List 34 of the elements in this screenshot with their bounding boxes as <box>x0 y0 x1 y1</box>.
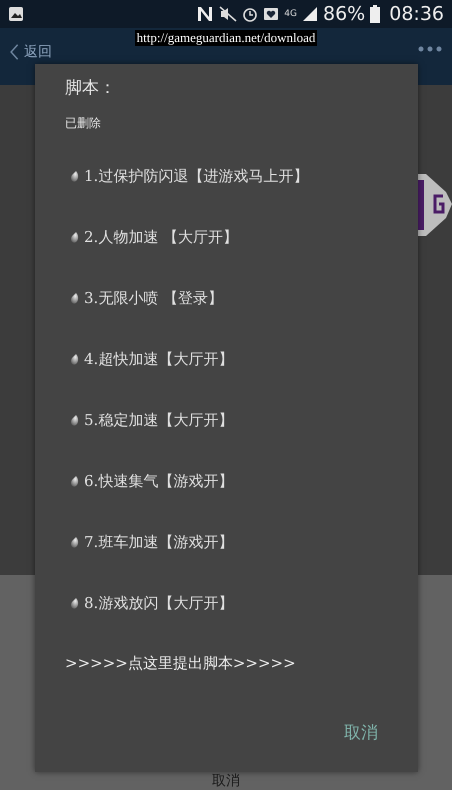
cancel-button[interactable]: 取消 <box>344 721 388 744</box>
signal-icon <box>302 6 318 22</box>
status-text: 已删除 <box>65 115 102 132</box>
bullet-icon <box>70 232 79 242</box>
dialog-title: 脚本： <box>65 77 117 99</box>
network-type: 4G <box>284 9 297 19</box>
url-banner: http://gameguardian.net/download <box>134 30 318 46</box>
bullet-icon <box>70 536 79 548</box>
back-button[interactable]: 返回 <box>8 44 52 60</box>
script-item[interactable]: 3.无限小喷 【登录】 <box>84 288 224 308</box>
image-icon <box>8 6 24 22</box>
script-item[interactable]: 4.超快加速【大厅开】 <box>84 350 234 368</box>
script-item[interactable]: 7.班车加速【游戏开】 <box>84 532 234 552</box>
alarm-icon <box>242 6 258 22</box>
script-item[interactable]: 2.人物加速 【大厅开】 <box>84 228 238 246</box>
bullet-icon <box>70 414 79 426</box>
more-icon[interactable] <box>418 46 442 52</box>
bullet-icon <box>70 292 79 304</box>
script-item[interactable]: 8.游戏放闪【大厅开】 <box>84 594 234 612</box>
back-icon <box>8 44 20 60</box>
script-item[interactable]: 5.稳定加速【大厅开】 <box>84 410 234 430</box>
floating-app-icon[interactable] <box>416 174 452 236</box>
script-item[interactable]: 1.过保护防闪退【进游戏马上开】 <box>84 166 308 186</box>
battery-icon <box>370 5 380 23</box>
battery-percent: 86% <box>323 3 366 25</box>
clock: 08:36 <box>389 3 444 25</box>
submit-script-link[interactable]: >>>>>点这里提出脚本>>>>> <box>65 654 388 673</box>
mute-icon <box>219 6 238 22</box>
script-item[interactable]: 6.快速集气【游戏开】 <box>84 472 234 490</box>
nfc-icon <box>196 5 214 23</box>
bullet-icon <box>70 476 79 486</box>
bullet-icon <box>70 170 79 182</box>
bullet-icon <box>70 598 79 608</box>
bullet-icon <box>70 354 79 364</box>
